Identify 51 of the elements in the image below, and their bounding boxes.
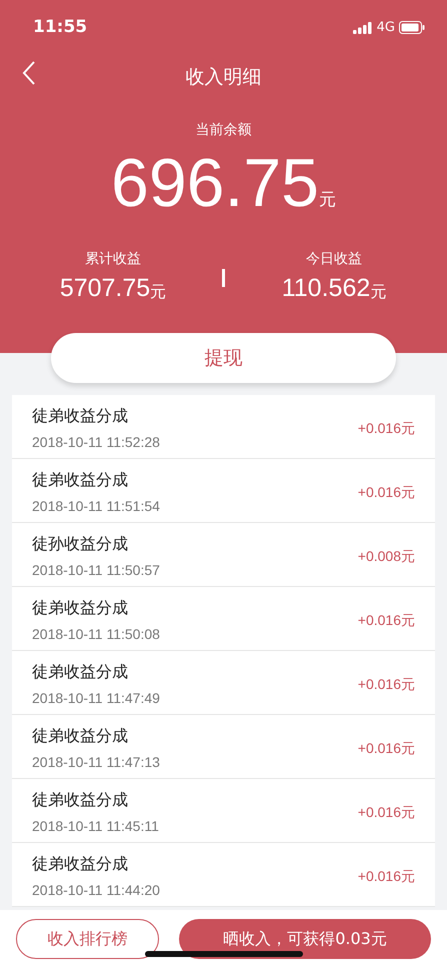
record-time: 2018-10-11 11:51:54: [32, 497, 160, 516]
record-title: 徒弟收益分成: [32, 789, 129, 811]
record-title: 徒弟收益分成: [32, 725, 129, 747]
record-amount: +0.016元: [358, 803, 415, 822]
record-time: 2018-10-11 11:47:13: [32, 753, 160, 772]
record-row[interactable]: 徒弟收益分成 2018-10-11 11:52:28 +0.016元: [12, 395, 435, 459]
record-title: 徒弟收益分成: [32, 405, 129, 427]
share-button[interactable]: 晒收入，可获得0.03元: [179, 919, 431, 959]
record-amount: +0.016元: [358, 483, 415, 502]
record-time: 2018-10-11 11:44:20: [32, 881, 160, 900]
record-title: 徒弟收益分成: [32, 597, 129, 619]
record-row[interactable]: 徒弟收益分成 2018-10-11 11:44:20 +0.016元: [12, 843, 435, 907]
back-button[interactable]: [22, 60, 36, 86]
record-amount: +0.016元: [358, 867, 415, 886]
withdraw-button[interactable]: 提现: [51, 333, 396, 383]
record-time: 2018-10-11 11:52:28: [32, 433, 160, 452]
record-row[interactable]: 徒弟收益分成 2018-10-11 11:47:13 +0.016元: [12, 715, 435, 779]
signal-icon: [352, 22, 373, 34]
record-row[interactable]: 徒弟收益分成 2018-10-11 11:50:08 +0.016元: [12, 587, 435, 651]
record-amount: +0.016元: [358, 611, 415, 630]
page-title: 收入明细: [186, 65, 262, 90]
record-time: 2018-10-11 11:47:49: [32, 689, 160, 708]
battery-icon: [399, 21, 425, 34]
record-row[interactable]: 徒弟收益分成 2018-10-11 11:51:54 +0.016元: [12, 459, 435, 523]
record-title: 徒弟收益分成: [32, 661, 129, 683]
record-time: 2018-10-11 11:50:08: [32, 625, 160, 644]
stat-label: 今日收益: [306, 250, 362, 269]
record-title: 徒弟收益分成: [32, 469, 129, 491]
balance-amount: 696.75: [111, 149, 319, 217]
record-amount: +0.016元: [358, 419, 415, 438]
currency-unit: 元: [370, 280, 386, 302]
stat-amount: 110.562: [282, 273, 370, 304]
record-amount: +0.016元: [358, 675, 415, 694]
status-time: 11:55: [33, 16, 88, 39]
currency-unit: 元: [150, 280, 166, 302]
network-label: 4G: [376, 18, 395, 37]
stat-divider: [222, 269, 225, 288]
record-time: 2018-10-11 11:50:57: [32, 561, 160, 580]
record-amount: +0.008元: [358, 547, 415, 566]
stat-label: 累计收益: [85, 250, 141, 269]
record-title: 徒弟收益分成: [32, 853, 129, 875]
balance-label: 当前余额: [196, 121, 252, 140]
record-row[interactable]: 徒孙收益分成 2018-10-11 11:50:57 +0.008元: [12, 523, 435, 587]
record-row[interactable]: 徒弟收益分成 2018-10-11 11:45:11 +0.016元: [12, 779, 435, 843]
record-time: 2018-10-11 11:45:11: [32, 817, 159, 836]
ranking-button[interactable]: 收入排行榜: [16, 919, 159, 959]
record-row[interactable]: 徒弟收益分成 2018-10-11 11:47:49 +0.016元: [12, 651, 435, 715]
record-amount: +0.016元: [358, 739, 415, 758]
stat-amount: 5707.75: [60, 273, 150, 304]
record-title: 徒孙收益分成: [32, 533, 129, 555]
currency-unit: 元: [318, 188, 336, 212]
